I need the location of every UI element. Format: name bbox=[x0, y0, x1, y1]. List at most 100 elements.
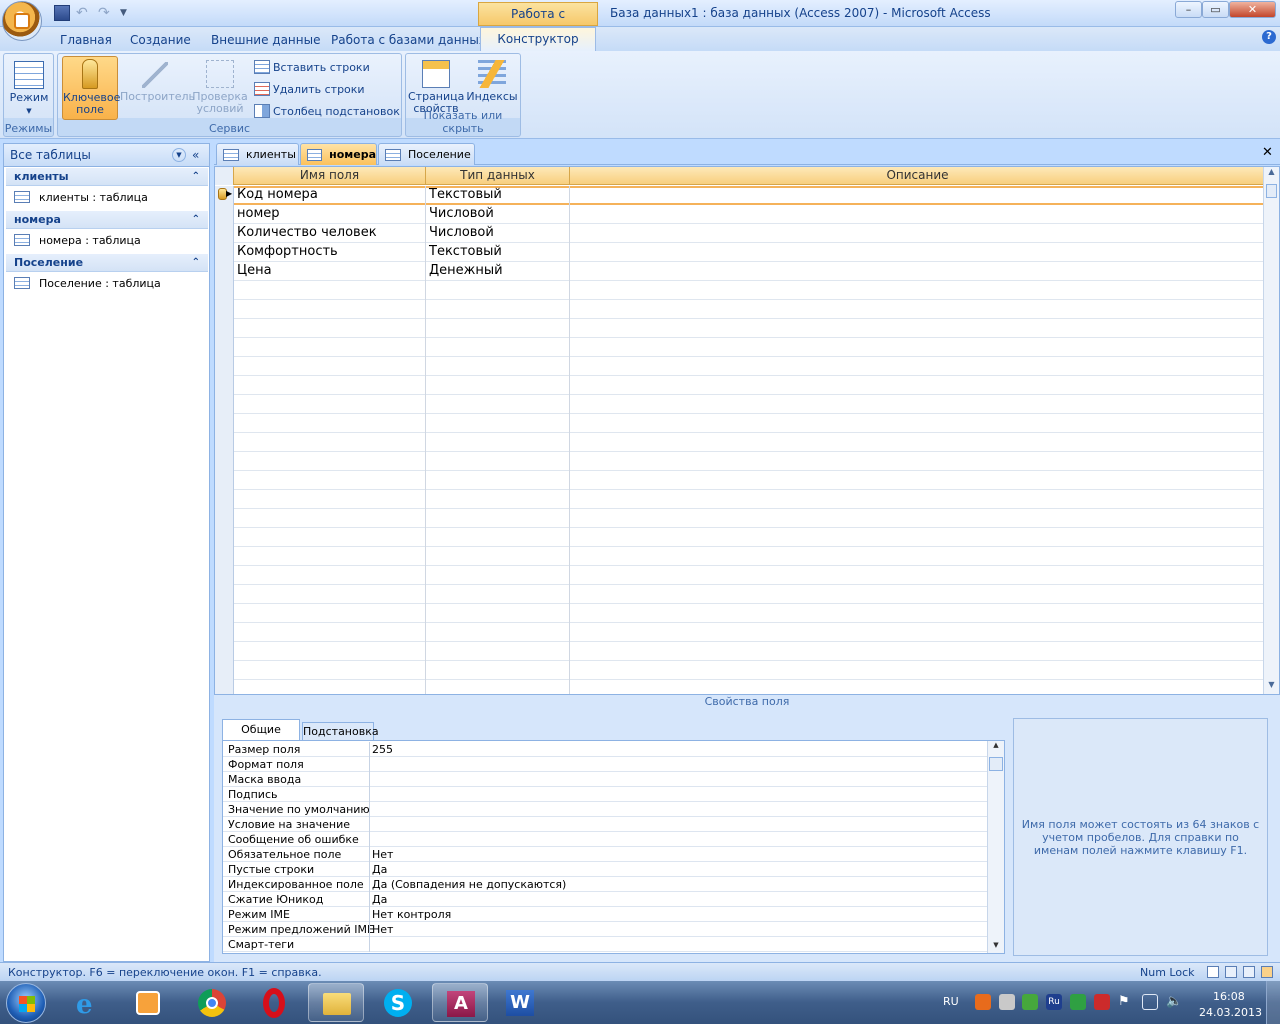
row-selector[interactable] bbox=[215, 205, 234, 224]
property-value[interactable]: Да (Совпадения не допускаются) bbox=[369, 877, 987, 892]
cell-data-type[interactable]: Текстовый bbox=[426, 186, 570, 205]
tray-shield-icon[interactable] bbox=[1070, 994, 1086, 1010]
doc-tab-clients[interactable]: клиенты bbox=[216, 143, 299, 165]
cell-description[interactable] bbox=[570, 471, 1265, 490]
collapse-group-icon[interactable]: ⌃ bbox=[192, 211, 200, 228]
cell-field-name[interactable] bbox=[234, 319, 426, 338]
row-selector[interactable] bbox=[215, 509, 234, 528]
property-row[interactable]: Сжатие Юникод Да bbox=[223, 892, 987, 907]
cell-field-name[interactable] bbox=[234, 376, 426, 395]
property-row[interactable]: Индексированное поле Да (Совпадения не до… bbox=[223, 877, 987, 892]
row-selector[interactable] bbox=[215, 262, 234, 281]
row-selector[interactable] bbox=[215, 490, 234, 509]
cell-field-name[interactable] bbox=[234, 471, 426, 490]
property-value[interactable] bbox=[369, 832, 987, 847]
table-row[interactable]: Цена Денежный bbox=[215, 262, 1265, 281]
properties-scrollbar[interactable]: ▲ ▼ bbox=[987, 741, 1004, 953]
property-row[interactable]: Обязательное поле Нет bbox=[223, 847, 987, 862]
network-icon[interactable] bbox=[1142, 994, 1158, 1010]
table-row[interactable] bbox=[215, 623, 1265, 642]
cell-data-type[interactable] bbox=[426, 547, 570, 566]
tab-lookup[interactable]: Подстановка bbox=[302, 722, 379, 741]
tab-general[interactable]: Общие bbox=[222, 719, 300, 741]
column-header-data-type[interactable]: Тип данных bbox=[426, 167, 570, 185]
cell-data-type[interactable] bbox=[426, 604, 570, 623]
insert-rows-button[interactable]: Вставить строки bbox=[254, 58, 370, 76]
cell-data-type[interactable] bbox=[426, 642, 570, 661]
cell-field-name[interactable]: номер bbox=[234, 205, 426, 224]
table-row[interactable] bbox=[215, 338, 1265, 357]
cell-description[interactable] bbox=[570, 566, 1265, 585]
cell-description[interactable] bbox=[570, 186, 1265, 205]
cell-data-type[interactable] bbox=[426, 680, 570, 694]
doc-tab-settlement[interactable]: Поселение bbox=[378, 143, 475, 165]
tab-home[interactable]: Главная bbox=[52, 31, 120, 51]
datasheet-view-icon[interactable] bbox=[1207, 966, 1219, 978]
row-selector[interactable] bbox=[215, 395, 234, 414]
taskbar-skype[interactable]: S bbox=[370, 983, 426, 1022]
cell-description[interactable] bbox=[570, 414, 1265, 433]
cell-data-type[interactable]: Денежный bbox=[426, 262, 570, 281]
start-button[interactable] bbox=[6, 983, 46, 1023]
cell-description[interactable] bbox=[570, 642, 1265, 661]
property-value[interactable] bbox=[369, 787, 987, 802]
property-value[interactable] bbox=[369, 817, 987, 832]
office-button[interactable] bbox=[2, 1, 42, 41]
cell-data-type[interactable] bbox=[426, 338, 570, 357]
design-view-icon[interactable] bbox=[1261, 966, 1273, 978]
cell-description[interactable] bbox=[570, 319, 1265, 338]
cell-field-name[interactable]: Код номера bbox=[234, 186, 426, 205]
cell-field-name[interactable]: Комфортность bbox=[234, 243, 426, 262]
row-selector[interactable] bbox=[215, 547, 234, 566]
action-center-flag-icon[interactable]: ⚑ bbox=[1118, 994, 1134, 1010]
nav-group-rooms[interactable]: номера ⌃ bbox=[6, 211, 208, 229]
nav-group-settlement[interactable]: Поселение ⌃ bbox=[6, 254, 208, 272]
cell-description[interactable] bbox=[570, 585, 1265, 604]
tray-ru-icon[interactable]: Ru bbox=[1046, 994, 1062, 1010]
undo-icon[interactable]: ↶ bbox=[76, 5, 92, 21]
cell-description[interactable] bbox=[570, 604, 1265, 623]
cell-description[interactable] bbox=[570, 680, 1265, 694]
table-row[interactable] bbox=[215, 395, 1265, 414]
table-row[interactable] bbox=[215, 509, 1265, 528]
property-value[interactable]: 255 bbox=[369, 742, 987, 757]
volume-icon[interactable]: 🔈 bbox=[1166, 994, 1182, 1010]
row-selector[interactable] bbox=[215, 338, 234, 357]
row-selector[interactable] bbox=[215, 623, 234, 642]
close-button[interactable]: ✕ bbox=[1229, 1, 1276, 18]
cell-field-name[interactable] bbox=[234, 642, 426, 661]
scroll-down-icon[interactable]: ▼ bbox=[1264, 680, 1279, 694]
property-value[interactable]: Да bbox=[369, 862, 987, 877]
property-row[interactable]: Пустые строки Да bbox=[223, 862, 987, 877]
cell-description[interactable] bbox=[570, 243, 1265, 262]
property-row[interactable]: Маска ввода bbox=[223, 772, 987, 787]
cell-field-name[interactable] bbox=[234, 509, 426, 528]
cell-description[interactable] bbox=[570, 433, 1265, 452]
property-value[interactable] bbox=[369, 757, 987, 772]
minimize-button[interactable]: – bbox=[1175, 1, 1202, 18]
pivot-table-view-icon[interactable] bbox=[1225, 966, 1237, 978]
table-row[interactable]: Комфортность Текстовый bbox=[215, 243, 1265, 262]
table-row[interactable] bbox=[215, 300, 1265, 319]
cell-description[interactable] bbox=[570, 281, 1265, 300]
collapse-pane-icon[interactable]: « bbox=[192, 144, 199, 166]
cell-description[interactable] bbox=[570, 395, 1265, 414]
property-value[interactable]: Нет bbox=[369, 847, 987, 862]
table-row[interactable] bbox=[215, 604, 1265, 623]
table-row[interactable] bbox=[215, 376, 1265, 395]
property-value[interactable]: Да bbox=[369, 892, 987, 907]
tab-external-data[interactable]: Внешние данные bbox=[203, 31, 328, 51]
property-row[interactable]: Условие на значение bbox=[223, 817, 987, 832]
tab-database-tools[interactable]: Работа с базами данных bbox=[323, 31, 494, 51]
cell-field-name[interactable] bbox=[234, 357, 426, 376]
scroll-down-icon[interactable]: ▼ bbox=[988, 941, 1004, 953]
select-all-corner[interactable] bbox=[215, 167, 234, 185]
property-value[interactable] bbox=[369, 937, 987, 952]
table-row[interactable] bbox=[215, 414, 1265, 433]
table-row[interactable]: ▶ Код номера Текстовый bbox=[215, 186, 1265, 205]
cell-field-name[interactable]: Количество человек bbox=[234, 224, 426, 243]
cell-data-type[interactable] bbox=[426, 623, 570, 642]
cell-data-type[interactable] bbox=[426, 319, 570, 338]
tray-antivirus-icon[interactable] bbox=[1022, 994, 1038, 1010]
taskbar-ie[interactable]: e bbox=[62, 983, 118, 1022]
